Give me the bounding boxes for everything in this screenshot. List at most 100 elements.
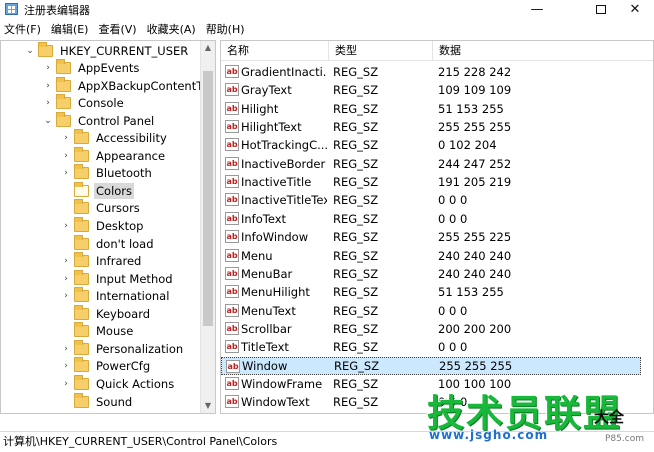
- value-name: WindowFrame: [241, 376, 323, 391]
- values-list: 名称 类型 数据 ab GradientInacti... REG_SZ 215 22…: [220, 40, 654, 414]
- tree-item[interactable]: › AppXBackupContentType: [43, 76, 215, 94]
- collapse-arrow-icon[interactable]: ›: [61, 256, 71, 266]
- tree-item-label: Quick Actions: [96, 376, 175, 391]
- string-value-icon: ab: [225, 321, 239, 335]
- table-row[interactable]: ab Menu REG_SZ 240 240 240: [221, 247, 641, 265]
- scroll-up-arrow-icon[interactable]: ▲: [201, 41, 215, 55]
- table-row[interactable]: ab HotTrackingC... REG_SZ 0 102 204: [221, 136, 641, 154]
- collapse-arrow-icon[interactable]: ›: [61, 133, 71, 143]
- value-name: HilightText: [241, 120, 302, 135]
- tree-item[interactable]: ⌄ HKEY_CURRENT_USER: [25, 41, 190, 59]
- table-row[interactable]: ab InfoText REG_SZ 0 0 0: [221, 210, 641, 228]
- collapse-arrow-icon[interactable]: ›: [61, 168, 71, 178]
- value-name: Window: [242, 358, 288, 373]
- registry-tree: ⌄ HKEY_CURRENT_USER › AppEvents › AppXBackupC…: [0, 40, 216, 414]
- tree-item[interactable]: Keyboard: [61, 304, 152, 322]
- table-row[interactable]: ab InactiveTitle REG_SZ 191 205 219: [221, 173, 641, 191]
- table-row[interactable]: ab MenuText REG_SZ 0 0 0: [221, 302, 641, 320]
- data-column-header[interactable]: 数据: [433, 41, 653, 61]
- tree-item[interactable]: › Bluetooth: [61, 164, 154, 182]
- folder-icon: [74, 374, 89, 390]
- string-value-icon: ab: [225, 230, 239, 244]
- expand-arrow-icon[interactable]: ⌄: [43, 116, 53, 126]
- menu-favorites[interactable]: 收藏夹(A): [142, 21, 201, 39]
- expand-arrow-icon[interactable]: ⌄: [25, 46, 35, 56]
- menu-view[interactable]: 查看(V): [93, 21, 141, 39]
- table-row[interactable]: ab InfoWindow REG_SZ 255 255 225: [221, 228, 641, 246]
- value-data: 100 100 100: [438, 376, 512, 391]
- table-row[interactable]: ab HilightText REG_SZ 255 255 255: [221, 118, 641, 136]
- value-data: 200 200 200: [438, 321, 512, 336]
- tree-item[interactable]: Mouse: [61, 322, 135, 340]
- tree-item[interactable]: Sound: [61, 392, 134, 410]
- tree-item[interactable]: don't load: [61, 234, 156, 252]
- table-row[interactable]: ab MenuBar REG_SZ 240 240 240: [221, 265, 641, 283]
- table-row[interactable]: ab WindowText REG_SZ 0 0 0: [221, 393, 641, 411]
- value-type: REG_SZ: [333, 266, 379, 281]
- tree-item-label: Appearance: [96, 148, 166, 163]
- tree-item[interactable]: › Quick Actions: [61, 374, 176, 392]
- collapse-arrow-icon[interactable]: ›: [61, 379, 71, 389]
- tree-item[interactable]: › Console: [43, 94, 126, 112]
- menu-edit[interactable]: 编辑(E): [46, 21, 94, 39]
- tree-item[interactable]: › PowerCfg: [61, 357, 152, 375]
- table-row[interactable]: ab GrayText REG_SZ 109 109 109: [221, 81, 641, 99]
- table-row[interactable]: ab InactiveTitleText REG_SZ 0 0 0: [221, 191, 641, 209]
- menu-bar: 文件(F) 编辑(E) 查看(V) 收藏夹(A) 帮助(H): [0, 21, 250, 39]
- collapse-arrow-icon[interactable]: ›: [61, 151, 71, 161]
- tree-item[interactable]: › International: [61, 287, 171, 305]
- tree-item[interactable]: Cursors: [61, 199, 142, 217]
- folder-icon: [74, 392, 89, 408]
- tree-vertical-scrollbar[interactable]: ▲ ▼: [200, 41, 215, 413]
- tree-item[interactable]: › Desktop: [61, 217, 145, 235]
- table-row[interactable]: ab GradientInacti... REG_SZ 215 228 242: [221, 63, 641, 81]
- scroll-thumb[interactable]: [203, 71, 213, 326]
- close-button[interactable]: ✕: [616, 0, 654, 18]
- tree-item-label: Cursors: [96, 201, 140, 216]
- tree-item[interactable]: › Accessibility: [61, 129, 169, 147]
- collapse-arrow-icon[interactable]: ›: [61, 344, 71, 354]
- type-column-header[interactable]: 类型: [329, 41, 433, 61]
- tree-item[interactable]: ⌄ Control Panel: [43, 111, 156, 129]
- collapse-arrow-icon[interactable]: ›: [61, 221, 71, 231]
- value-type: REG_SZ: [333, 303, 379, 318]
- tree-item[interactable]: Colors: [61, 181, 135, 199]
- table-row[interactable]: ab MenuHilight REG_SZ 51 153 255: [221, 283, 641, 301]
- tree-item-label: Infrared: [96, 254, 142, 269]
- value-name: InactiveBorder: [241, 156, 326, 171]
- collapse-arrow-icon[interactable]: ›: [43, 63, 53, 73]
- value-name: HotTrackingC...: [241, 138, 327, 153]
- collapse-arrow-icon[interactable]: ›: [61, 361, 71, 371]
- folder-icon: [74, 269, 89, 285]
- tree-item[interactable]: › AppEvents: [43, 59, 141, 77]
- name-column-header[interactable]: 名称: [221, 41, 329, 61]
- tree-item[interactable]: › Input Method: [61, 269, 175, 287]
- tree-item[interactable]: › Appearance: [61, 146, 167, 164]
- string-value-icon: ab: [225, 65, 239, 78]
- collapse-arrow-icon[interactable]: ›: [61, 291, 71, 301]
- table-row[interactable]: ab Window REG_SZ 255 255 255: [221, 356, 641, 375]
- tree-item[interactable]: › Infrared: [61, 252, 143, 270]
- collapse-arrow-icon[interactable]: ›: [61, 274, 71, 284]
- minimize-button[interactable]: —: [514, 0, 560, 18]
- value-type: REG_SZ: [333, 376, 379, 391]
- value-name: InfoWindow: [241, 230, 309, 245]
- value-data: 0 0 0: [438, 395, 468, 410]
- string-value-icon: ab: [225, 156, 239, 170]
- scroll-down-arrow-icon[interactable]: ▼: [201, 399, 215, 413]
- table-row[interactable]: ab Hilight REG_SZ 51 153 255: [221, 100, 641, 118]
- table-row[interactable]: ab TitleText REG_SZ 0 0 0: [221, 338, 641, 356]
- menu-file[interactable]: 文件(F): [0, 21, 46, 39]
- collapse-arrow-icon[interactable]: ›: [43, 98, 53, 108]
- tree-item[interactable]: › Personalization: [61, 339, 185, 357]
- table-row[interactable]: ab InactiveBorder REG_SZ 244 247 252: [221, 155, 641, 173]
- tree-item-label: PowerCfg: [96, 359, 151, 374]
- collapse-arrow-icon[interactable]: ›: [43, 81, 53, 91]
- menu-help[interactable]: 帮助(H): [201, 21, 250, 39]
- value-data: 109 109 109: [438, 83, 512, 98]
- string-value-icon: ab: [225, 83, 239, 97]
- tree-item-label: Sound: [96, 394, 133, 409]
- table-row[interactable]: ab WindowFrame REG_SZ 100 100 100: [221, 375, 641, 393]
- table-row[interactable]: ab Scrollbar REG_SZ 200 200 200: [221, 320, 641, 338]
- value-name: Menu: [241, 248, 273, 263]
